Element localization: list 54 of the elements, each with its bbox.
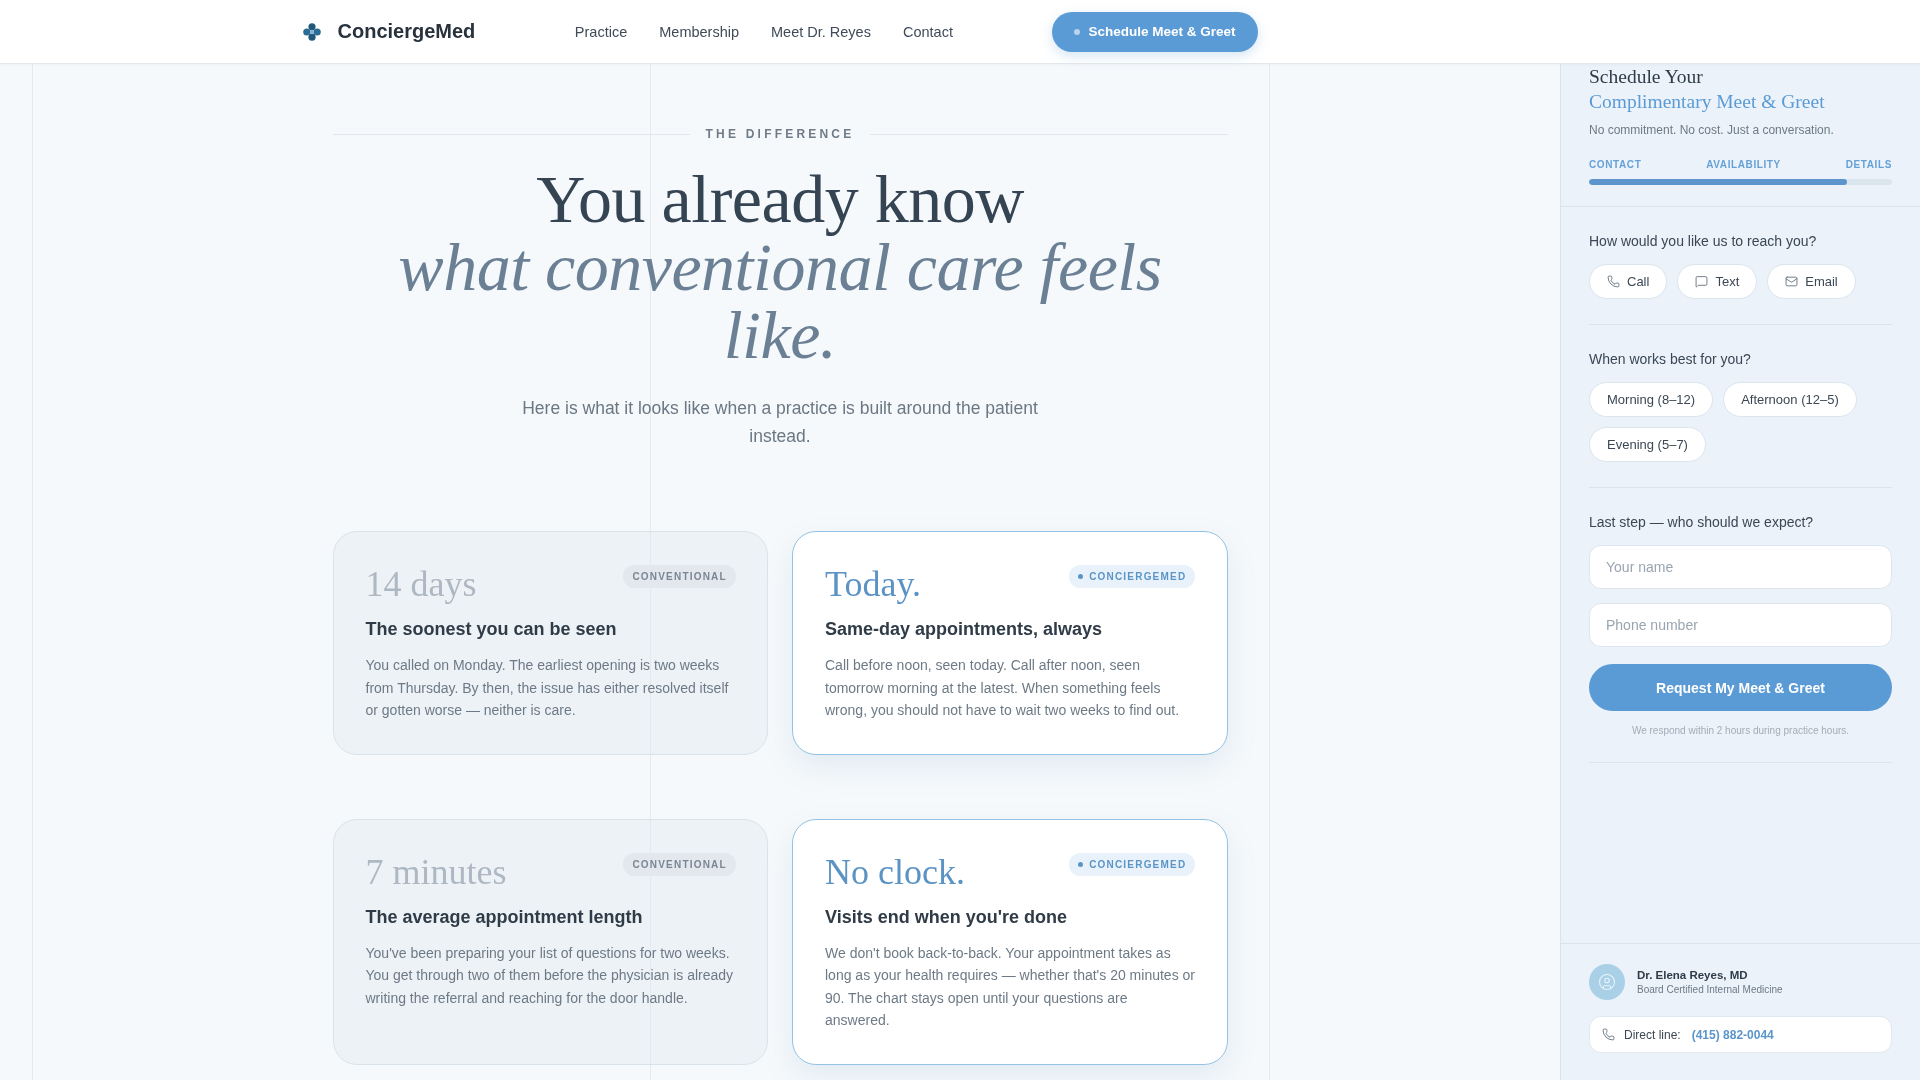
nav-link[interactable]: Membership — [659, 23, 739, 40]
brand-name: ConciergeMed — [337, 20, 476, 43]
response-note: We respond within 2 hours during practice hours. — [1630, 724, 1851, 737]
dot-icon — [1078, 861, 1084, 867]
logo-icon — [302, 22, 321, 41]
card-title: The average appointment length — [365, 905, 644, 929]
time-option[interactable]: Morning (8–12) — [1589, 382, 1714, 417]
panel-title-accent: Complimentary Meet & Greet — [1589, 90, 1826, 114]
step-label: AVAILABILITY — [1706, 159, 1781, 170]
intro-text: Here is what it looks like when a practice is built around the patient instead. — [521, 397, 1039, 448]
stat-figure: No clock. — [825, 851, 965, 892]
stat-figure: 7 minutes — [365, 851, 507, 892]
time-option[interactable]: Afternoon (12–5) — [1723, 382, 1857, 417]
field-question: Last step — who should we expect? — [1589, 513, 1815, 531]
badge-label: CONVENTIONAL — [632, 858, 727, 870]
input-field[interactable]: Your name — [1589, 545, 1892, 589]
card-text: You called on Monday. The earliest opening is two weeks from Thursday. By then, the issue has either resolved itself or gotten worse — neither is care. — [365, 656, 730, 720]
card-title: Visits end when you're done — [825, 905, 1068, 929]
dot-icon — [1074, 28, 1081, 35]
contact-option[interactable]: Call — [1589, 264, 1668, 299]
step-label: CONTACT — [1589, 159, 1642, 170]
card-text: Call before noon, seen today. Call after noon, seen tomorrow morning at the latest. When something feels wrong, you should not have to wait two weeks to find out. — [825, 656, 1181, 720]
contact-option[interactable]: Text — [1677, 264, 1758, 299]
stat-figure: Today. — [825, 564, 922, 604]
card-title: Same-day appointments, always — [825, 618, 1104, 641]
step-label: DETAILS — [1845, 159, 1892, 170]
speech-bubble-icon — [1695, 275, 1709, 288]
contact-option[interactable]: Email — [1767, 264, 1856, 299]
card-text: You've been preparing your list of questions for two weeks. You get through two of them before the physician is already writing the referral and reaching for the door handle. — [365, 943, 735, 1008]
physician-credential: Board Certified Internal Medicine — [1637, 984, 1783, 995]
headline: You already know what conventional care feels like. — [397, 165, 1163, 369]
phone-icon — [1607, 275, 1620, 288]
badge-label: CONCIERGEMED — [1089, 571, 1187, 582]
input-field[interactable]: Phone number — [1589, 603, 1892, 647]
phone-icon — [1602, 1028, 1615, 1041]
physician-name: Dr. Elena Reyes, MD — [1637, 969, 1749, 981]
direct-line-label: Direct line: — [1624, 1027, 1681, 1042]
badge-label: CONCIERGEMED — [1089, 858, 1187, 870]
nav-link[interactable]: Meet Dr. Reyes — [771, 23, 871, 40]
panel-title: Schedule Your — [1589, 65, 1704, 89]
badge-label: CONVENTIONAL — [632, 571, 727, 582]
panel-subtitle: No commitment. No cost. Just a conversation. — [1589, 122, 1835, 138]
card-text: We don't book back-to-back. Your appointment takes as long as your health requires — whether that's 20 minutes or 90. The chart stays open until your questions are answered. — [825, 943, 1196, 1030]
field-question: When works best for you? — [1589, 350, 1752, 368]
nav-link[interactable]: Practice — [574, 23, 628, 40]
eyebrow-label: THE DIFFERENCE — [705, 127, 855, 141]
avatar-icon — [1589, 964, 1625, 1000]
field-question: How would you like us to reach you? — [1589, 232, 1818, 250]
envelope-icon — [1785, 275, 1799, 288]
stat-figure: 14 days — [365, 564, 477, 604]
time-option[interactable]: Evening (5–7) — [1589, 427, 1706, 462]
dot-icon — [1078, 574, 1084, 579]
nav-link[interactable]: Contact — [902, 23, 953, 40]
card-title: The soonest you can be seen — [365, 618, 618, 641]
